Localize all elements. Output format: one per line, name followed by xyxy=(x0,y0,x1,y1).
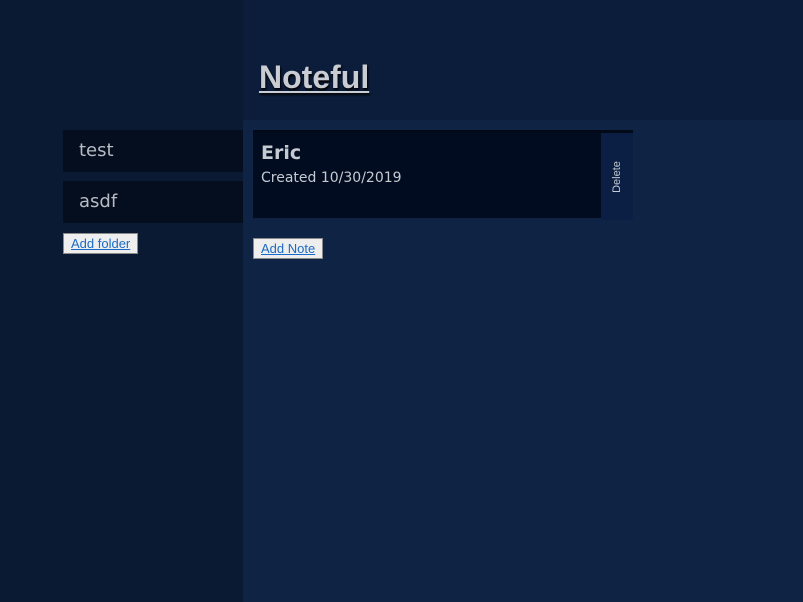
note-card: Eric Created 10/30/2019 xyxy=(253,130,633,218)
note-title-link[interactable]: Eric xyxy=(261,142,301,164)
folder-item-test[interactable]: test xyxy=(63,130,243,172)
sidebar xyxy=(0,0,243,602)
folder-item-asdf[interactable]: asdf xyxy=(63,181,243,223)
delete-label: Delete xyxy=(611,160,623,193)
app-title-link[interactable]: Noteful xyxy=(259,55,369,99)
note-created-date: Created 10/30/2019 xyxy=(261,170,402,186)
add-note-button[interactable]: Add Note xyxy=(253,238,324,259)
add-folder-button[interactable]: Add folder xyxy=(63,233,139,254)
delete-note-button[interactable]: Delete xyxy=(601,133,633,220)
